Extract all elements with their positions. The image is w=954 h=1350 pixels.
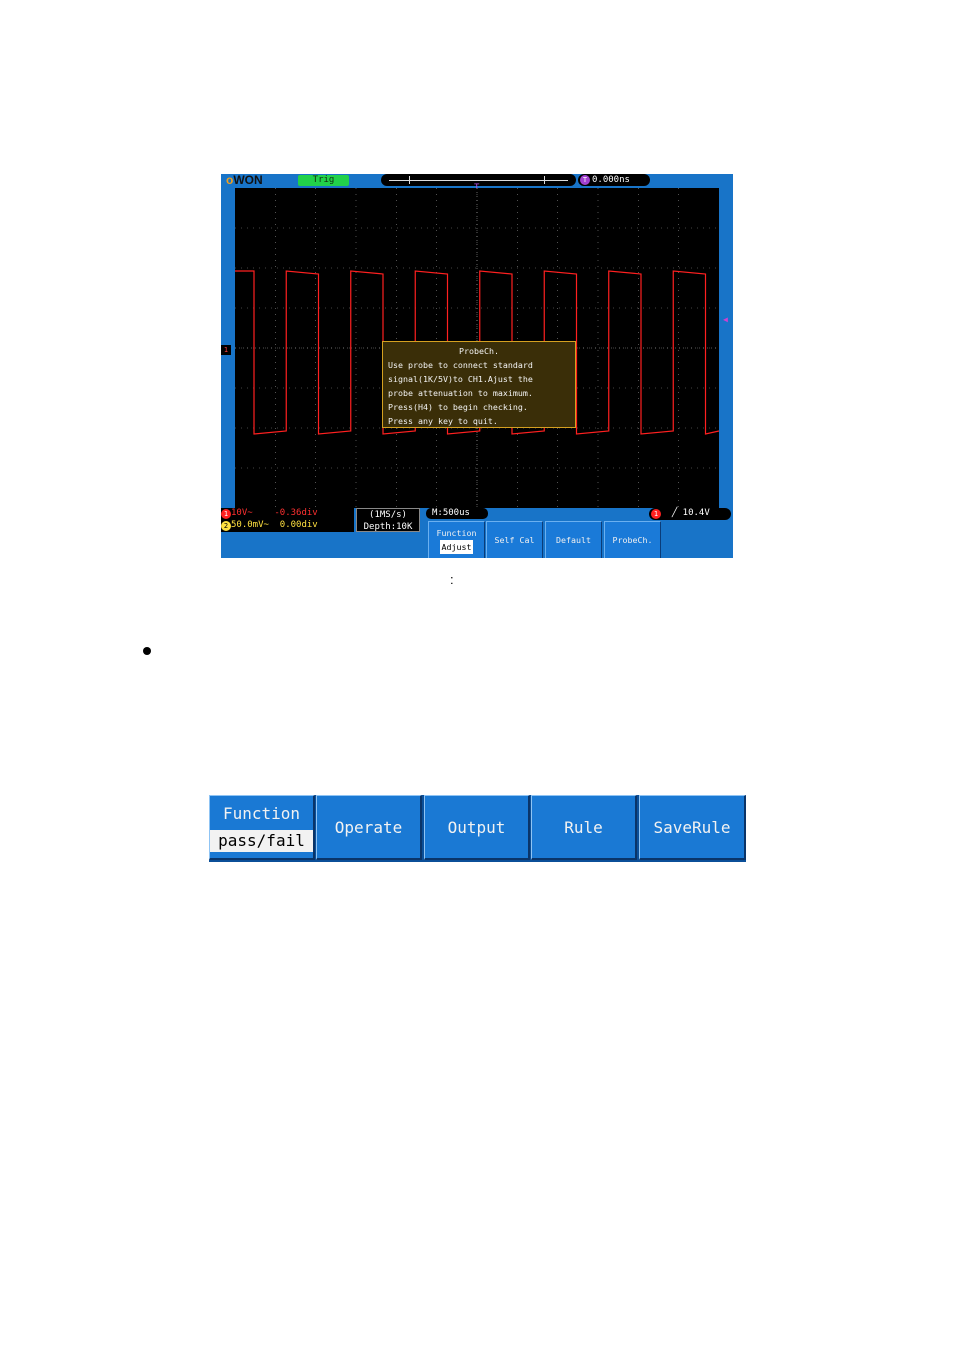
rule-button[interactable]: Rule — [531, 795, 637, 860]
softkey-function[interactable]: Function Adjust — [428, 521, 485, 558]
trigger-level-value: ╱ 10.4V — [671, 508, 710, 518]
dialog-line: probe attenuation to maximum. — [388, 388, 533, 398]
trigger-readout: 1 ╱ 10.4V — [649, 508, 731, 520]
trigger-status-badge: Trig — [298, 175, 349, 186]
ch1-status: 1 10V~ -0.36div — [221, 508, 354, 520]
softkey-function-label: Function — [436, 528, 477, 538]
output-button[interactable]: Output — [424, 795, 530, 860]
caption-text: : — [450, 572, 454, 587]
trigger-source-icon: 1 — [651, 509, 661, 519]
owon-logo: oWON — [226, 173, 263, 187]
dialog-title: ProbeCh. — [459, 346, 499, 356]
ch1-level-marker: 1 — [221, 345, 231, 355]
oscilloscope-screen: oWON Trig T 0.000ns T 1 ◀ ProbeCh. Use p… — [221, 174, 733, 558]
menu-function-label: Function — [222, 804, 301, 823]
time-position-value: 0.000ns — [592, 175, 630, 185]
dialog-line: signal(1K/5V)to CH1.Ajust the — [388, 374, 533, 384]
softkey-probe-check[interactable]: ProbeCh. — [604, 521, 661, 558]
softkey-default[interactable]: Default — [545, 521, 602, 558]
ch1-offset: -0.36div — [274, 508, 318, 518]
save-rule-button[interactable]: SaveRule — [639, 795, 746, 860]
ch2-offset: 0.00div — [279, 520, 318, 530]
time-position-icon: T — [580, 175, 590, 185]
dialog-line: Press any key to quit. — [388, 416, 498, 426]
ch1-volts: 10V~ — [231, 508, 253, 518]
menu-function-button[interactable]: Function pass/fail — [209, 795, 315, 860]
softkey-function-value: Adjust — [439, 540, 474, 554]
record-depth: Depth:10K — [363, 522, 413, 532]
ch2-volts: 50.0mV~ — [231, 520, 269, 530]
bullet-point — [143, 647, 151, 655]
sample-rate: (1MS/s) — [369, 510, 407, 520]
dialog-line: Press(H4) to begin checking. — [388, 402, 528, 412]
ch2-icon: 2 — [221, 521, 231, 531]
operate-button[interactable]: Operate — [316, 795, 422, 860]
dialog-line: Use probe to connect standard — [388, 360, 533, 370]
trigger-level-marker-icon: ◀ — [723, 315, 728, 324]
timebase-readout: M:500us — [426, 508, 488, 519]
acquisition-status: (1MS/s) Depth:10K — [356, 508, 420, 532]
softkey-self-cal[interactable]: Self Cal — [486, 521, 543, 558]
probe-check-dialog: ProbeCh. Use probe to connect standard s… — [382, 341, 576, 428]
time-position-readout: T 0.000ns — [578, 174, 650, 186]
ch2-status: 2 50.0mV~ 0.00div — [221, 520, 354, 532]
menu-function-value: pass/fail — [210, 830, 313, 852]
pass-fail-menu: Function pass/fail Operate Output Rule S… — [209, 795, 746, 862]
ch1-icon: 1 — [221, 509, 231, 519]
